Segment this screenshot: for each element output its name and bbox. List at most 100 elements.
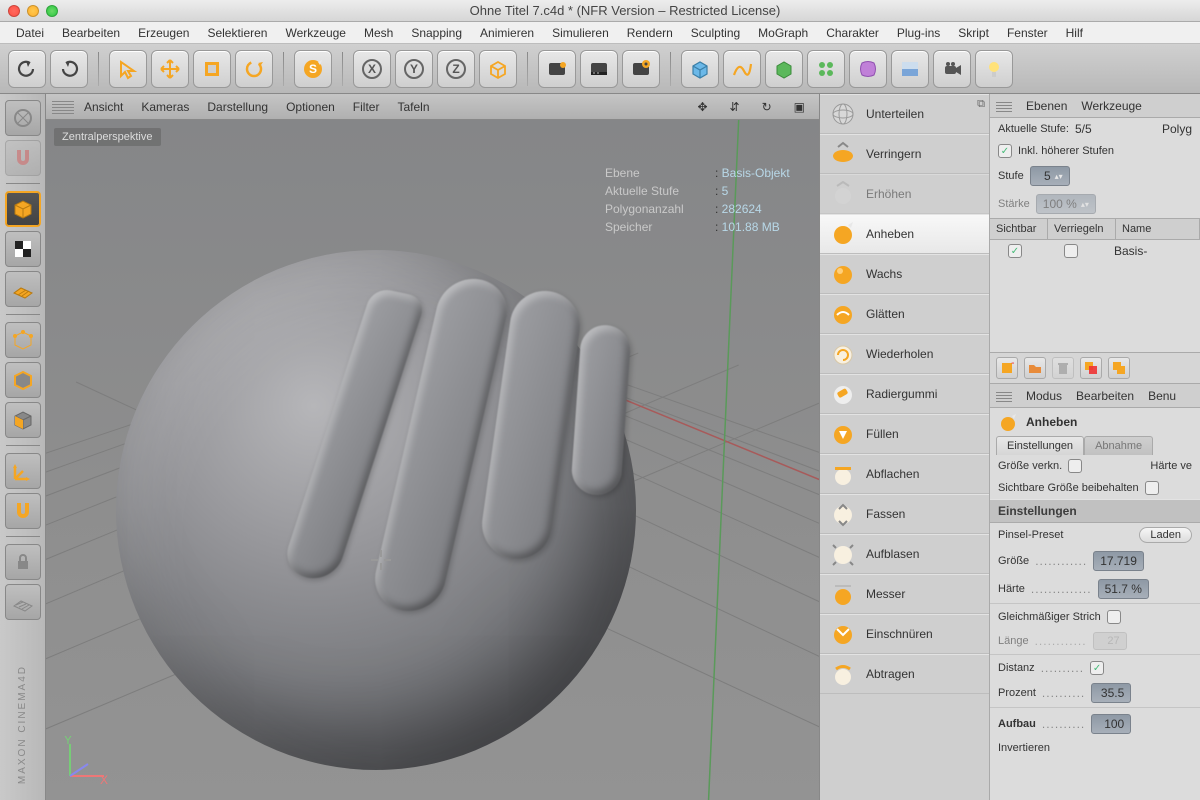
vp-menu-filter[interactable]: Filter xyxy=(345,97,388,117)
render-view-button[interactable] xyxy=(538,50,576,88)
model-mode-button[interactable] xyxy=(5,191,41,227)
sculpt-tool-anheben[interactable]: Anheben xyxy=(820,214,989,254)
haerte-field[interactable]: 51.7 % xyxy=(1098,579,1149,599)
menu-hilfe[interactable]: Hilf xyxy=(1058,23,1091,43)
menu-mograph[interactable]: MoGraph xyxy=(750,23,816,43)
rotate-tool[interactable] xyxy=(235,50,273,88)
sculpt-tool-wiederholen[interactable]: Wiederholen xyxy=(820,334,989,374)
sculpt-tool-verringern[interactable]: Verringern xyxy=(820,134,989,174)
environment-button[interactable] xyxy=(891,50,929,88)
last-tool[interactable]: S xyxy=(294,50,332,88)
point-mode-button[interactable] xyxy=(5,322,41,358)
live-select-icon[interactable] xyxy=(5,100,41,136)
sculpt-tool-messer[interactable]: Messer xyxy=(820,574,989,614)
stufe-stepper[interactable]: 5▴▾ xyxy=(1030,166,1070,186)
vp-nav-orbit-icon[interactable]: ↻ xyxy=(754,97,780,117)
axis-z-button[interactable]: Z xyxy=(437,50,475,88)
light-button[interactable] xyxy=(975,50,1013,88)
close-icon[interactable] xyxy=(8,5,20,17)
menu-simulieren[interactable]: Simulieren xyxy=(544,23,617,43)
coord-system-button[interactable] xyxy=(479,50,517,88)
vp-menu-ansicht[interactable]: Ansicht xyxy=(76,97,131,117)
axis-x-button[interactable]: X xyxy=(353,50,391,88)
undock-icon[interactable]: ⧉ xyxy=(977,98,985,111)
sculpt-tool-glätten[interactable]: Glätten xyxy=(820,294,989,334)
snap-button[interactable] xyxy=(5,493,41,529)
menu-sculpting[interactable]: Sculpting xyxy=(683,23,748,43)
grip-icon[interactable] xyxy=(996,390,1012,402)
menu-erzeugen[interactable]: Erzeugen xyxy=(130,23,197,43)
add-folder-button[interactable] xyxy=(1024,357,1046,379)
render-pv-button[interactable] xyxy=(580,50,618,88)
layer-lock-checkbox[interactable] xyxy=(1064,244,1078,258)
vp-menu-tafeln[interactable]: Tafeln xyxy=(389,97,437,117)
subtab-abnahme[interactable]: Abnahme xyxy=(1084,436,1153,455)
viewport-3d[interactable]: Zentralperspektive Ebene: Basis-Objekt A… xyxy=(46,120,819,800)
sculpt-tool-füllen[interactable]: Füllen xyxy=(820,414,989,454)
minimize-icon[interactable] xyxy=(27,5,39,17)
sculpt-tool-radiergummi[interactable]: Radiergummi xyxy=(820,374,989,414)
prozent-field[interactable]: 35.5 xyxy=(1091,683,1131,703)
planar-workplane-button[interactable] xyxy=(5,584,41,620)
distanz-checkbox[interactable]: ✓ xyxy=(1090,661,1104,675)
edge-mode-button[interactable] xyxy=(5,362,41,398)
menu-animieren[interactable]: Animieren xyxy=(472,23,542,43)
tab-werkzeuge[interactable]: Werkzeuge xyxy=(1081,99,1141,113)
grip-icon[interactable] xyxy=(52,100,74,114)
groesse-field[interactable]: 17.719 xyxy=(1093,551,1144,571)
redo-button[interactable] xyxy=(50,50,88,88)
camera-button[interactable] xyxy=(933,50,971,88)
workplane-mode-button[interactable] xyxy=(5,271,41,307)
sichtbare-groesse-checkbox[interactable] xyxy=(1145,481,1159,495)
sculpt-tool-abtragen[interactable]: Abtragen xyxy=(820,654,989,694)
polygon-mode-button[interactable] xyxy=(5,402,41,438)
sculpt-tool-wachs[interactable]: Wachs xyxy=(820,254,989,294)
vp-nav-zoom-icon[interactable]: ⇵ xyxy=(722,97,748,117)
render-settings-button[interactable] xyxy=(622,50,660,88)
staerke-stepper[interactable]: 100 %▴▾ xyxy=(1036,194,1096,214)
menu-fenster[interactable]: Fenster xyxy=(999,23,1056,43)
gleich-checkbox[interactable] xyxy=(1107,610,1121,624)
laden-button[interactable]: Laden xyxy=(1139,527,1192,543)
texture-mode-button[interactable] xyxy=(5,231,41,267)
add-layer-button[interactable]: + xyxy=(996,357,1018,379)
sculpt-tool-abflachen[interactable]: Abflachen xyxy=(820,454,989,494)
menu-bearbeiten[interactable]: Bearbeiten xyxy=(54,23,128,43)
inkl-checkbox[interactable]: ✓ xyxy=(998,144,1012,158)
grip-icon[interactable] xyxy=(996,100,1012,112)
array-button[interactable] xyxy=(807,50,845,88)
axis-mode-button[interactable] xyxy=(5,453,41,489)
delete-layer-button[interactable] xyxy=(1052,357,1074,379)
tab-bearbeiten[interactable]: Bearbeiten xyxy=(1076,389,1134,403)
sculpt-tool-aufblasen[interactable]: Aufblasen xyxy=(820,534,989,574)
lock-workplane-button[interactable] xyxy=(5,544,41,580)
tab-benutzer[interactable]: Benu xyxy=(1148,389,1176,403)
sculpt-tool-erhöhen[interactable]: Erhöhen xyxy=(820,174,989,214)
aufbau-field[interactable]: 100 xyxy=(1091,714,1131,734)
deformer-button[interactable] xyxy=(849,50,887,88)
subtab-einstellungen[interactable]: Einstellungen xyxy=(996,436,1084,455)
menu-selektieren[interactable]: Selektieren xyxy=(199,23,275,43)
scale-tool[interactable] xyxy=(193,50,231,88)
menu-charakter[interactable]: Charakter xyxy=(818,23,887,43)
generator-button[interactable] xyxy=(765,50,803,88)
menu-skript[interactable]: Skript xyxy=(950,23,997,43)
layer-visible-checkbox[interactable]: ✓ xyxy=(1008,244,1022,258)
tab-modus[interactable]: Modus xyxy=(1026,389,1062,403)
menu-rendern[interactable]: Rendern xyxy=(619,23,681,43)
move-tool[interactable] xyxy=(151,50,189,88)
menu-werkzeuge[interactable]: Werkzeuge xyxy=(277,23,353,43)
menu-mesh[interactable]: Mesh xyxy=(356,23,401,43)
select-tool[interactable] xyxy=(109,50,147,88)
primitive-cube-button[interactable] xyxy=(681,50,719,88)
menu-snapping[interactable]: Snapping xyxy=(403,23,470,43)
sculpt-tool-fassen[interactable]: Fassen xyxy=(820,494,989,534)
menu-plugins[interactable]: Plug-ins xyxy=(889,23,948,43)
merge-button[interactable] xyxy=(1080,357,1102,379)
flatten-button[interactable] xyxy=(1108,357,1130,379)
axis-y-button[interactable]: Y xyxy=(395,50,433,88)
spline-button[interactable] xyxy=(723,50,761,88)
vp-nav-move-icon[interactable]: ✥ xyxy=(689,97,715,117)
zoom-icon[interactable] xyxy=(46,5,58,17)
tab-ebenen[interactable]: Ebenen xyxy=(1026,99,1067,113)
